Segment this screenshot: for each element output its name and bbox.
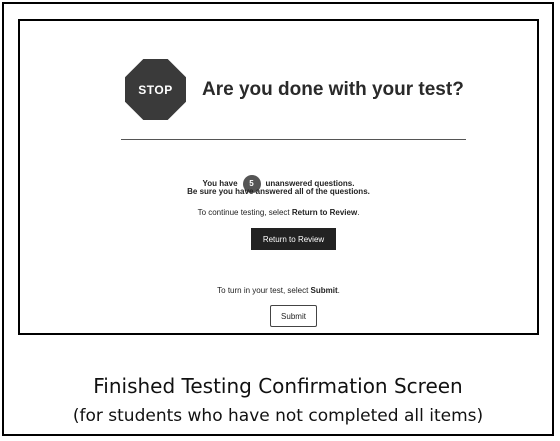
- submit-prefix: To turn in your test, select: [217, 286, 311, 295]
- return-to-review-button[interactable]: Return to Review: [251, 228, 336, 250]
- submit-suffix: .: [337, 286, 340, 295]
- stop-sign-icon: STOP: [125, 59, 186, 120]
- submit-action: Submit: [310, 286, 338, 295]
- confirmation-screen: STOP Are you done with your test? You ha…: [18, 19, 539, 335]
- divider: [121, 139, 466, 140]
- continue-instruction: To continue testing, select Return to Re…: [20, 208, 537, 217]
- submit-button[interactable]: Submit: [270, 305, 317, 327]
- reminder-message: Be sure you have answered all of the que…: [20, 187, 537, 196]
- submit-instruction: To turn in your test, select Submit.: [20, 286, 537, 295]
- continue-action: Return to Review: [291, 208, 358, 217]
- page-title: Are you done with your test?: [202, 79, 464, 100]
- caption-title: Finished Testing Confirmation Screen: [93, 374, 463, 398]
- figure-frame: STOP Are you done with your test? You ha…: [2, 2, 554, 436]
- continue-suffix: .: [357, 208, 360, 217]
- stop-sign-label: STOP: [138, 82, 173, 97]
- caption-subtitle: (for students who have not completed all…: [72, 406, 484, 426]
- reminder-text: Be sure you have answered all of the que…: [187, 187, 370, 196]
- continue-prefix: To continue testing, select: [197, 208, 292, 217]
